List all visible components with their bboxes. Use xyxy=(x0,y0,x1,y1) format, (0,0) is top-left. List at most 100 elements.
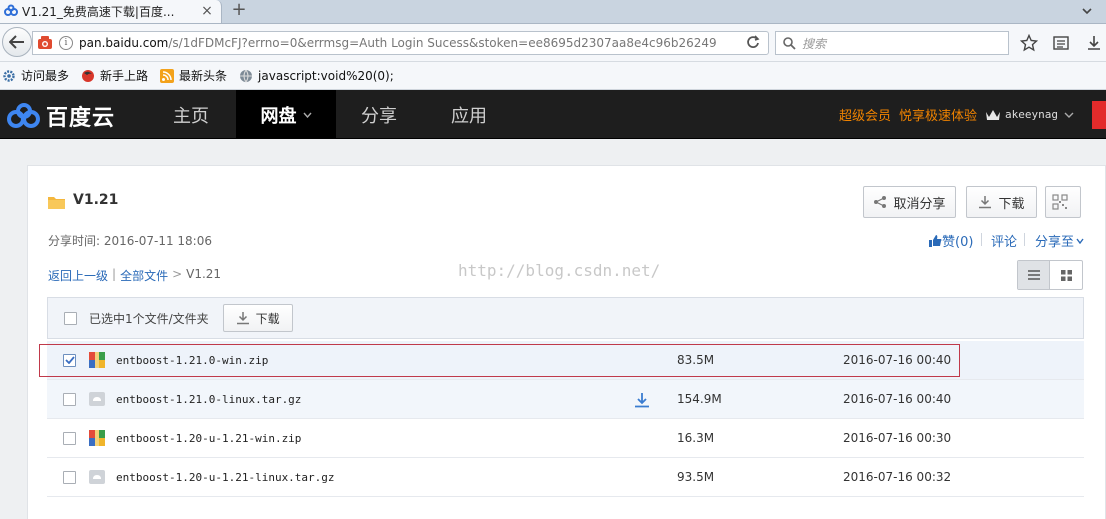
chevron-down-icon xyxy=(1076,238,1084,244)
nav-item-netdisk[interactable]: 网盘 xyxy=(236,90,336,139)
tab-close-icon[interactable]: × xyxy=(198,2,216,20)
breadcrumb-all-files-link[interactable]: 全部文件 xyxy=(120,267,168,284)
file-name[interactable]: entboost-1.20-u-1.21-linux.tar.gz xyxy=(116,471,335,484)
share-to-button[interactable]: 分享至 xyxy=(1035,231,1084,250)
url-path: /s/1dFDMcFJ?errno=0&errmsg=Auth Login Su… xyxy=(168,36,717,50)
grid-view-icon xyxy=(1060,269,1072,281)
share-icon xyxy=(874,196,887,208)
back-arrow-icon xyxy=(9,35,24,49)
bookmark-latest-headlines[interactable]: 最新头条 xyxy=(160,67,227,84)
site-identity-icon[interactable] xyxy=(37,35,53,51)
file-name[interactable]: entboost-1.21.0-linux.tar.gz xyxy=(116,393,301,406)
file-date: 2016-07-16 00:32 xyxy=(843,470,952,484)
new-tab-button[interactable]: + xyxy=(229,0,249,22)
share-time: 分享时间: 2016-07-11 18:06 xyxy=(48,234,212,248)
cancel-share-label: 取消分享 xyxy=(893,196,946,212)
bookmark-most-visited[interactable]: 访问最多 xyxy=(2,67,69,84)
breadcrumb: 返回上一级 | 全部文件 > V1.21 xyxy=(48,267,221,284)
browser-navbar: i pan.baidu.com/s/1dFDMcFJ?errno=0&errms… xyxy=(0,24,1106,62)
bookmarks-bar: 访问最多 新手上路 最新头条 javascript:void%20(0); xyxy=(0,62,1106,90)
reload-icon[interactable] xyxy=(746,35,760,53)
grid-view-button[interactable] xyxy=(1050,261,1082,289)
url-text[interactable]: pan.baidu.com/s/1dFDMcFJ?errno=0&errmsg=… xyxy=(79,36,719,50)
file-date: 2016-07-16 00:40 xyxy=(843,392,952,406)
bookmark-star-icon[interactable] xyxy=(1020,34,1038,52)
download-button[interactable]: 下载 xyxy=(966,186,1037,218)
share-card: V1.21 取消分享 下载 分享时间: 2016-07-11 18:06 赞(0… xyxy=(27,165,1106,519)
file-checkbox[interactable] xyxy=(63,431,76,445)
tab-list-dropdown-icon[interactable] xyxy=(1082,6,1092,16)
browser-tab-strip: V1.21_免费高速下载|百度... × + xyxy=(0,0,1106,24)
super-vip-link[interactable]: 超级会员 xyxy=(839,105,891,124)
file-name[interactable]: entboost-1.20-u-1.21-win.zip xyxy=(116,432,301,445)
back-button[interactable] xyxy=(2,27,32,57)
comment-link[interactable]: 评论 xyxy=(991,231,1017,250)
view-toggle xyxy=(1017,260,1083,290)
file-row[interactable]: entboost-1.20-u-1.21-win.zip 16.3M 2016-… xyxy=(47,419,1084,458)
search-placeholder: 搜索 xyxy=(802,36,827,51)
user-menu-chevron-icon[interactable] xyxy=(1064,111,1074,119)
globe-bookmark-icon xyxy=(240,69,253,83)
qr-code-button[interactable] xyxy=(1045,186,1081,218)
selected-count-text: 已选中1个文件/文件夹 xyxy=(89,311,209,326)
list-view-button[interactable] xyxy=(1018,261,1051,289)
nav-item-home[interactable]: 主页 xyxy=(146,90,236,139)
bookmark-label: 访问最多 xyxy=(21,69,70,83)
file-checkbox[interactable] xyxy=(63,353,76,367)
download-label: 下载 xyxy=(255,311,280,326)
breadcrumb-separator: | xyxy=(112,267,117,281)
file-checkbox[interactable] xyxy=(63,470,76,484)
bookmark-label: javascript:void%20(0); xyxy=(258,68,394,83)
downloads-icon[interactable] xyxy=(1085,34,1103,52)
cancel-share-button[interactable]: 取消分享 xyxy=(863,186,956,218)
breadcrumb-separator: > xyxy=(172,267,183,281)
username[interactable]: akeeynag xyxy=(1005,108,1058,121)
browser-tab[interactable]: V1.21_免费高速下载|百度... × xyxy=(0,0,222,24)
bookmark-javascript-void[interactable]: javascript:void%20(0); xyxy=(239,69,394,83)
nav-item-apps[interactable]: 应用 xyxy=(422,90,516,139)
header-red-tab[interactable] xyxy=(1092,100,1106,129)
select-all-checkbox[interactable] xyxy=(64,311,77,325)
url-domain: pan.baidu.com xyxy=(79,36,169,50)
bookmark-getting-started[interactable]: 新手上路 xyxy=(81,67,148,84)
file-date: 2016-07-16 00:30 xyxy=(843,431,952,445)
breadcrumb-back-link[interactable]: 返回上一级 xyxy=(48,267,108,284)
social-divider xyxy=(1024,233,1025,246)
comment-label: 评论 xyxy=(991,235,1018,250)
page-info-icon[interactable]: i xyxy=(59,36,73,50)
file-checkbox[interactable] xyxy=(63,392,76,406)
file-row[interactable]: entboost-1.21.0-linux.tar.gz 154.9M 2016… xyxy=(47,380,1084,419)
file-list-header: 已选中1个文件/文件夹 下载 xyxy=(47,297,1084,339)
download-icon xyxy=(979,196,992,209)
site-header: 百度云 主页 网盘 分享 应用 超级会员 悦享极速体验 akeeynag xyxy=(0,90,1106,139)
url-bar[interactable]: i pan.baidu.com/s/1dFDMcFJ?errno=0&errms… xyxy=(32,31,769,55)
selected-download-button[interactable]: 下载 xyxy=(222,304,293,332)
speed-experience-link[interactable]: 悦享极速体验 xyxy=(899,105,977,124)
thumbs-up-icon xyxy=(929,234,942,247)
row-download-icon[interactable] xyxy=(634,392,650,408)
reading-list-icon[interactable] xyxy=(1052,34,1070,52)
nav-item-share[interactable]: 分享 xyxy=(336,90,422,139)
file-name[interactable]: entboost-1.21.0-win.zip xyxy=(116,354,268,367)
browser-search-box[interactable]: 搜索 xyxy=(775,31,1009,55)
like-button[interactable]: 赞(0) xyxy=(929,231,973,250)
site-logo[interactable]: 百度云 xyxy=(6,100,115,132)
rss-bookmark-icon xyxy=(160,68,175,83)
download-icon xyxy=(236,312,249,325)
list-view-icon xyxy=(1027,270,1040,280)
nav-label: 主页 xyxy=(173,105,209,127)
gear-bookmark-icon xyxy=(3,69,15,82)
chevron-down-icon xyxy=(302,112,312,118)
archive-file-icon xyxy=(89,470,105,484)
nav-label: 应用 xyxy=(451,105,487,127)
file-row[interactable]: entboost-1.20-u-1.21-linux.tar.gz 93.5M … xyxy=(47,458,1084,497)
file-size: 93.5M xyxy=(677,470,715,484)
file-date: 2016-07-16 00:40 xyxy=(843,353,952,367)
share-to-label: 分享至 xyxy=(1035,235,1075,250)
file-size: 16.3M xyxy=(677,431,715,445)
file-row[interactable]: entboost-1.21.0-win.zip 83.5M 2016-07-16… xyxy=(47,341,1084,380)
zip-file-icon xyxy=(89,430,105,446)
baidu-cloud-favicon-icon xyxy=(4,4,18,16)
download-label: 下载 xyxy=(998,196,1025,212)
bookmark-label: 新手上路 xyxy=(100,69,149,83)
